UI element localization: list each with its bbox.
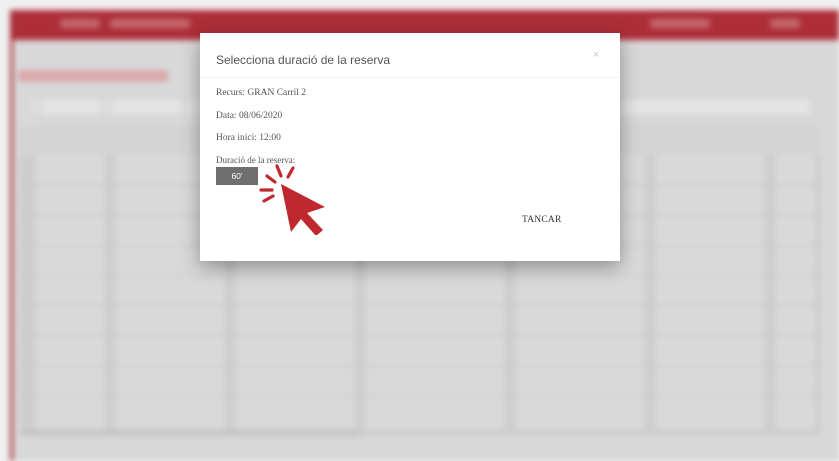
duration-select[interactable]: 60' [216, 167, 258, 185]
close-icon[interactable]: × [593, 49, 599, 61]
start-time-text: Hora inici: 12:00 [216, 133, 281, 143]
modal-title: Selecciona duració de la reserva [216, 53, 391, 67]
resource-text: Recurs: GRAN Carril 2 [216, 88, 306, 98]
date-text: Data: 08/06/2020 [216, 111, 283, 121]
click-pointer-icon [259, 164, 325, 235]
close-button[interactable]: TANCAR [522, 215, 562, 225]
screen: Selecciona duració de la reserva × Recur… [0, 0, 839, 461]
modal-divider [200, 77, 620, 78]
